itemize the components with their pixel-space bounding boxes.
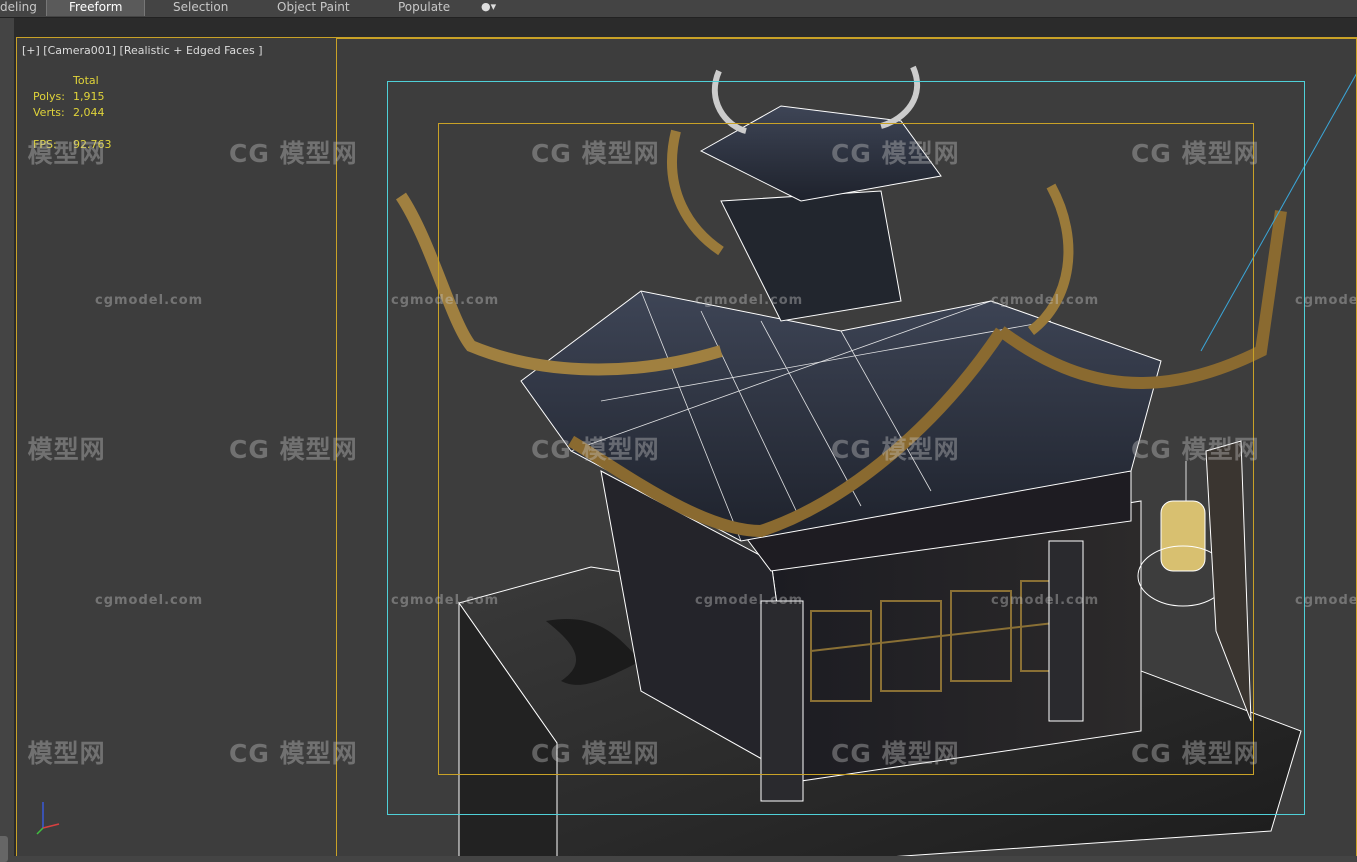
watermark-logo: CG [531, 435, 572, 464]
tab-freeform[interactable]: Freeform [46, 0, 146, 16]
watermark-en: cgmodel.com [991, 293, 1100, 308]
watermark-logo: CG [1131, 435, 1172, 464]
watermark-en: cgmodel.com [391, 293, 500, 308]
watermark-cn-text: 模型网 [27, 435, 106, 464]
watermark-cn-text: 模型网 [881, 139, 960, 168]
watermark-cn: CG 模型网 [17, 734, 106, 770]
watermark-logo: CG [17, 435, 18, 464]
watermark-cn: CG 模型网 [831, 430, 960, 466]
watermark-cn: CG 模型网 [229, 430, 358, 466]
watermark-cn-text: 模型网 [27, 139, 106, 168]
tab-object-paint[interactable]: Object Paint [277, 0, 350, 16]
watermark-cn-text: 模型网 [881, 435, 960, 464]
watermark-logo: CG [17, 139, 18, 168]
watermark-cn: CG 模型网 [531, 734, 660, 770]
options-icon[interactable]: ●▾ [481, 0, 496, 13]
left-command-strip [0, 18, 14, 862]
watermark-en: cgmodel.com [391, 593, 500, 608]
axis-gizmo [36, 802, 60, 835]
watermark-en: cgmodel.com [95, 593, 204, 608]
watermark-logo: CG [17, 739, 18, 768]
watermark-cn-text: 模型网 [27, 739, 106, 768]
watermark-cn-text: 模型网 [279, 739, 358, 768]
watermark-logo: CG [531, 739, 572, 768]
watermark-cn: CG 模型网 [531, 430, 660, 466]
watermark-cn-text: 模型网 [1181, 139, 1260, 168]
watermark-en: cgmodel.com [695, 593, 804, 608]
watermark-en: cgmodel.com [991, 593, 1100, 608]
watermark-cn: CG 模型网 [1131, 430, 1260, 466]
watermark-logo: CG [229, 739, 270, 768]
watermark-cn: CG 模型网 [531, 134, 660, 170]
watermark-cn-text: 模型网 [581, 739, 660, 768]
watermark-logo: CG [1131, 739, 1172, 768]
watermark-en: cgmodel.com [1295, 593, 1356, 608]
bottom-bar [14, 856, 1357, 862]
watermark-cn: CG 模型网 [1131, 134, 1260, 170]
tab-modeling[interactable]: deling [0, 0, 37, 16]
watermark-logo: CG [831, 739, 872, 768]
watermark-cn: CG 模型网 [17, 134, 106, 170]
stats-verts-label: Verts: [33, 106, 65, 119]
watermark-cn-text: 模型网 [581, 139, 660, 168]
watermark-cn: CG 模型网 [831, 734, 960, 770]
stats-verts-value: 2,044 [73, 106, 105, 119]
watermark-logo: CG [229, 435, 270, 464]
watermark-cn: CG 模型网 [17, 430, 106, 466]
watermark-en: cgmodel.com [695, 293, 804, 308]
watermark-cn: CG 模型网 [229, 134, 358, 170]
collapse-handle[interactable] [0, 836, 8, 862]
watermark-cn: CG 模型网 [831, 134, 960, 170]
viewport-label[interactable]: [+] [Camera001] [Realistic + Edged Faces… [22, 44, 263, 57]
watermark-cn-text: 模型网 [1181, 435, 1260, 464]
tab-selection[interactable]: Selection [173, 0, 228, 16]
watermark-en: cgmodel.com [1295, 293, 1356, 308]
watermark-logo: CG [229, 139, 270, 168]
watermark-cn-text: 模型网 [581, 435, 660, 464]
stats-polys-value: 1,915 [73, 90, 105, 103]
watermark-en: cgmodel.com [95, 293, 204, 308]
watermark-cn-text: 模型网 [881, 739, 960, 768]
watermark-logo: CG [1131, 139, 1172, 168]
stats-polys-label: Polys: [33, 90, 65, 103]
watermark-cn-text: 模型网 [279, 139, 358, 168]
stats-header: Total [73, 74, 99, 87]
ribbon-bar: deling Freeform Selection Object Paint P… [0, 0, 1357, 18]
tab-populate[interactable]: Populate [398, 0, 450, 16]
watermark-logo: CG [831, 139, 872, 168]
watermark-cn-text: 模型网 [1181, 739, 1260, 768]
watermark-logo: CG [531, 139, 572, 168]
watermark-cn: CG 模型网 [229, 734, 358, 770]
camera-viewport[interactable]: [+] [Camera001] [Realistic + Edged Faces… [16, 37, 1357, 862]
watermark-cn-text: 模型网 [279, 435, 358, 464]
watermark-logo: CG [831, 435, 872, 464]
watermark-cn: CG 模型网 [1131, 734, 1260, 770]
